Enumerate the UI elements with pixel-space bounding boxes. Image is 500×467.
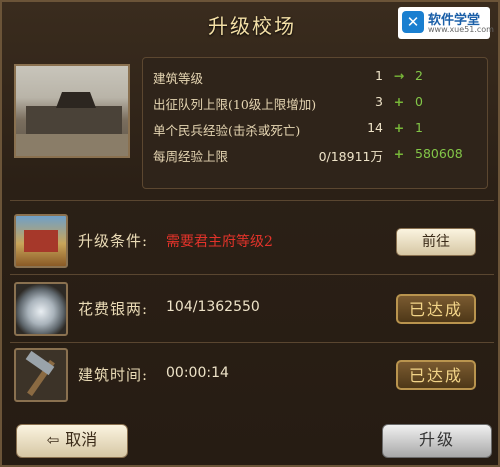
- stat-next: 0: [415, 94, 423, 109]
- stat-row-building-level: 建筑等级 1 → 2: [143, 68, 489, 90]
- stat-row-militia-exp: 单个民兵经验(击杀或死亡) 14 + 1: [143, 120, 489, 142]
- goto-button[interactable]: 前往: [396, 228, 476, 256]
- condition-row-silver: 花费银两: 104/1362550 已达成: [10, 280, 494, 340]
- condition-value: 00:00:14: [166, 365, 229, 381]
- arrow-right-icon: →: [393, 68, 405, 83]
- achieved-badge: 已达成: [396, 360, 476, 390]
- stat-label: 单个民兵经验(击杀或死亡): [153, 123, 301, 138]
- stat-label: 出征队列上限(10级上限增加): [153, 97, 317, 112]
- cancel-label: 取消: [65, 430, 98, 449]
- condition-value: 需要君主府等级2: [166, 234, 273, 250]
- watermark-url: www.xue51.com: [428, 25, 494, 34]
- stat-label: 建筑等级: [153, 71, 204, 86]
- achieved-badge: 已达成: [396, 294, 476, 324]
- stat-next: 2: [415, 68, 423, 83]
- palace-icon: [14, 214, 68, 268]
- stat-row-weekly-exp: 每周经验上限 0/18911万 + 580608: [143, 146, 489, 168]
- stat-label: 每周经验上限: [153, 149, 229, 164]
- stat-row-march-queue: 出征队列上限(10级上限增加) 3 + 0: [143, 94, 489, 116]
- condition-label: 建筑时间:: [78, 366, 149, 384]
- back-arrow-icon: ⇦: [46, 431, 60, 449]
- condition-row-requirement: 升级条件: 需要君主府等级2 前往: [10, 212, 494, 272]
- divider: [10, 274, 494, 275]
- condition-value: 104/1362550: [166, 299, 260, 315]
- condition-label: 花费银两:: [78, 300, 149, 318]
- condition-label: 升级条件:: [78, 232, 149, 250]
- plus-icon: +: [393, 146, 405, 161]
- condition-row-build-time: 建筑时间: 00:00:14 已达成: [10, 346, 494, 406]
- stat-current: 1: [375, 68, 383, 83]
- stat-next: 580608: [415, 146, 463, 161]
- building-ground: [16, 134, 128, 156]
- stat-current: 3: [375, 94, 383, 109]
- watermark-icon: ✕: [402, 11, 424, 33]
- hammer-head: [25, 350, 55, 376]
- watermark-logo: ✕ 软件学堂 www.xue51.com: [398, 7, 494, 39]
- divider: [10, 342, 494, 343]
- building-roof: [56, 92, 96, 108]
- stat-current: 0/18911万: [318, 149, 383, 164]
- upgrade-dialog: 升级校场 ✕ 软件学堂 www.xue51.com 建筑等级 1 → 2 出征队…: [0, 0, 500, 467]
- building-picture: [14, 64, 130, 158]
- stats-panel: 建筑等级 1 → 2 出征队列上限(10级上限增加) 3 + 0 单个民兵经验(…: [142, 57, 488, 189]
- stat-current: 14: [367, 120, 383, 135]
- upgrade-button[interactable]: 升级: [382, 424, 492, 458]
- building-wall: [26, 106, 122, 134]
- plus-icon: +: [393, 94, 405, 109]
- hammer-icon: [14, 348, 68, 402]
- divider: [10, 200, 494, 201]
- silver-ingot-icon: [14, 282, 68, 336]
- plus-icon: +: [393, 120, 405, 135]
- stat-next: 1: [415, 120, 423, 135]
- cancel-button[interactable]: ⇦ 取消: [16, 424, 128, 458]
